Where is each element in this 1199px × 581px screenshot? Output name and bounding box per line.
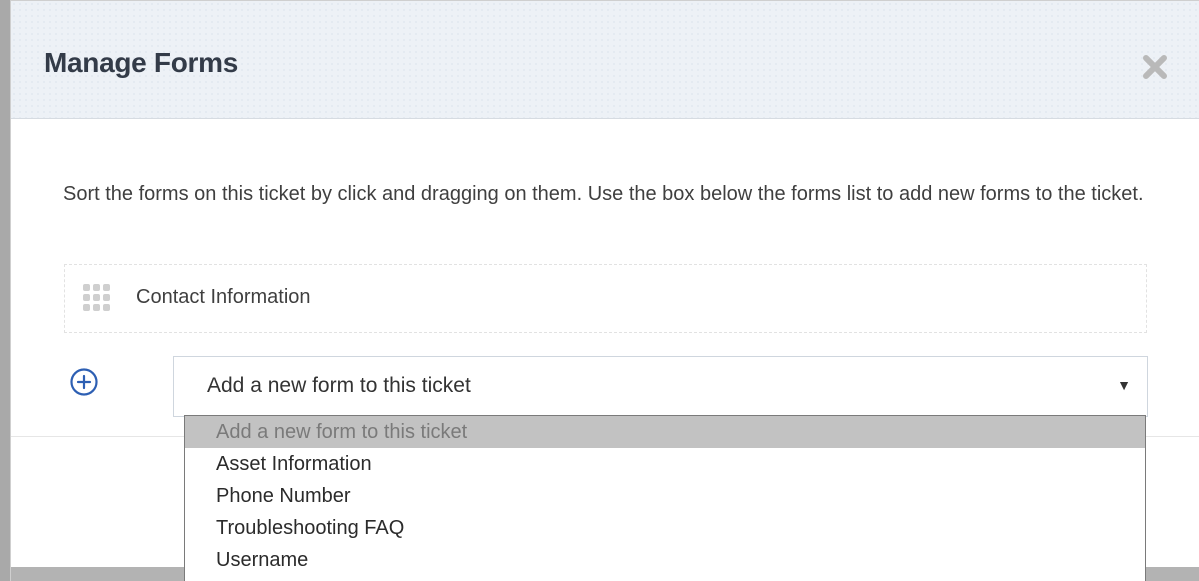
add-form-dropdown-list: Add a new form to this ticket Asset Info… (184, 415, 1146, 581)
modal-header: Manage Forms (11, 1, 1199, 119)
modal-body: Sort the forms on this ticket by click a… (11, 119, 1199, 437)
plus-circle-icon[interactable] (69, 367, 99, 397)
form-item-label: Contact Information (136, 286, 311, 308)
dropdown-option[interactable]: Add a new form to this ticket (185, 416, 1145, 448)
instructions-text: Sort the forms on this ticket by click a… (63, 183, 1144, 205)
dropdown-option[interactable]: Phone Number (185, 480, 1145, 512)
drag-handle-icon[interactable] (82, 283, 112, 313)
dropdown-option[interactable]: Troubleshooting FAQ (185, 512, 1145, 544)
sortable-form-item[interactable]: Contact Information (64, 264, 1147, 333)
add-form-select[interactable]: Add a new form to this ticket ▼ (173, 356, 1148, 417)
modal-title: Manage Forms (44, 47, 238, 78)
manage-forms-dialog: Manage Forms Sort the forms on this tick… (10, 0, 1199, 581)
close-icon (1143, 55, 1167, 79)
close-button[interactable] (1137, 49, 1173, 85)
dropdown-option[interactable]: Username (185, 544, 1145, 576)
select-value: Add a new form to this ticket (207, 374, 471, 397)
dropdown-option[interactable]: Asset Information (185, 448, 1145, 480)
caret-down-icon: ▼ (1117, 377, 1131, 393)
